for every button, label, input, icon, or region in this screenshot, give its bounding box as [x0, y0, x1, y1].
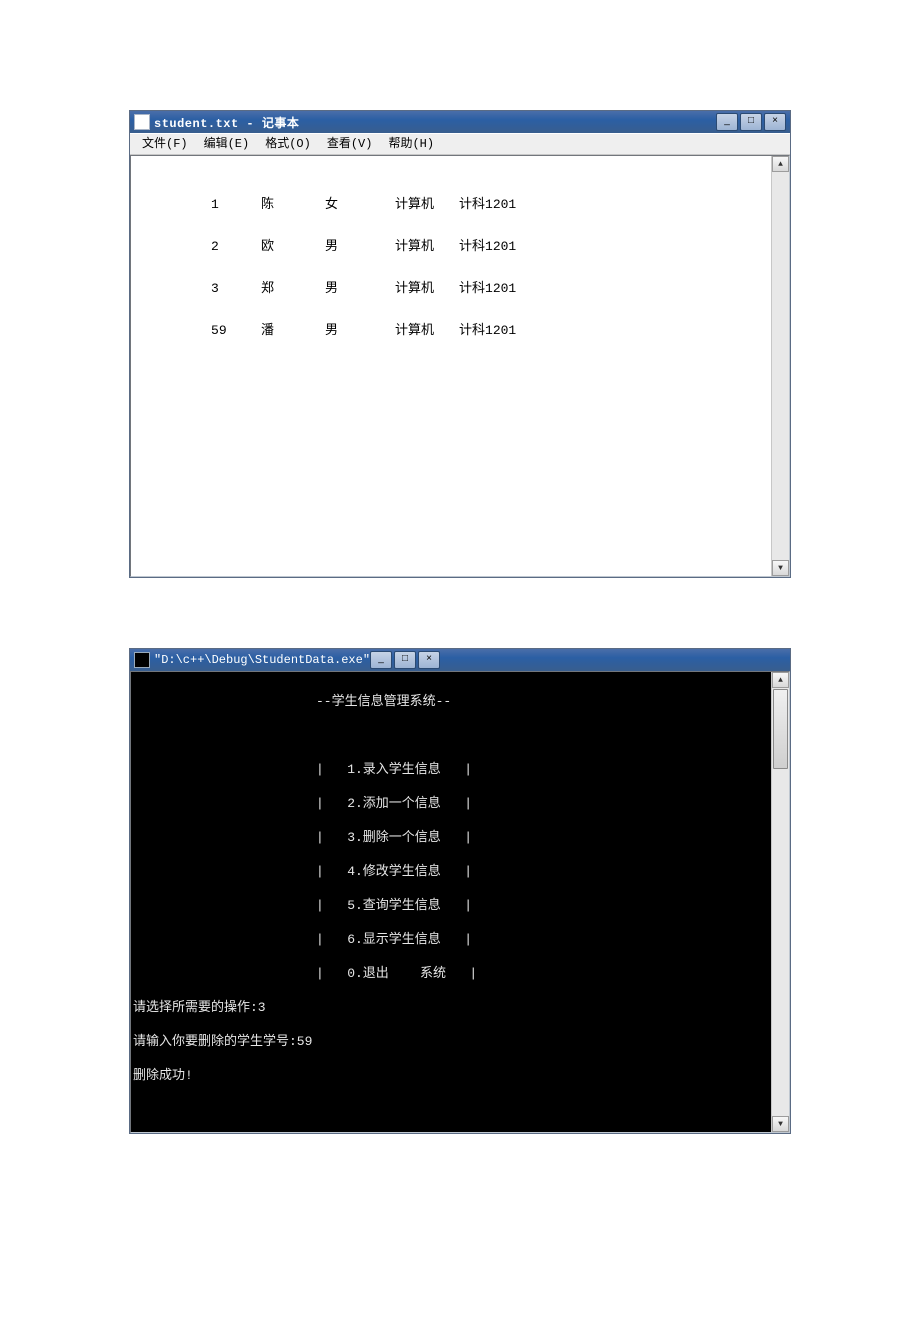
console-blank [131, 1101, 771, 1118]
console-window: "D:\c++\Debug\StudentData.exe" _ □ × --学… [129, 648, 791, 1134]
text-row: 2欧男计算机计科1201 [133, 226, 771, 240]
console-line: | 4.修改学生信息 | [131, 863, 771, 880]
scroll-up-button[interactable] [772, 672, 789, 688]
menu-edit[interactable]: 编辑(E) [196, 135, 258, 153]
notepad-window: student.txt - 记事本 _ □ × 文件(F) 编辑(E) 格式(O… [129, 110, 791, 578]
notepad-client-area: 1陈女计算机计科1201 2欧男计算机计科1201 3郑男计算机计科1201 5… [130, 155, 790, 577]
cell-sex: 女 [325, 198, 395, 212]
close-button[interactable]: × [418, 651, 440, 669]
scroll-up-button[interactable] [772, 156, 789, 172]
menu-view[interactable]: 查看(V) [319, 135, 381, 153]
notepad-scrollbar[interactable] [771, 156, 789, 576]
menu-format[interactable]: 格式(O) [257, 135, 319, 153]
scroll-down-button[interactable] [772, 560, 789, 576]
notepad-menubar: 文件(F) 编辑(E) 格式(O) 查看(V) 帮助(H) [130, 133, 790, 155]
console-line: --学生信息管理系统-- [131, 693, 771, 710]
text-row: 59潘男计算机计科1201 [133, 310, 771, 324]
close-button[interactable]: × [764, 113, 786, 131]
console-line: | 3.删除一个信息 | [131, 829, 771, 846]
text-row: 3郑男计算机计科1201 [133, 268, 771, 282]
notepad-icon [134, 114, 150, 130]
scroll-thumb[interactable] [773, 689, 788, 769]
console-line: | 6.显示学生信息 | [131, 931, 771, 948]
scroll-down-button[interactable] [772, 1116, 789, 1132]
minimize-button[interactable]: _ [716, 113, 738, 131]
console-title: "D:\c++\Debug\StudentData.exe" [154, 653, 370, 667]
menu-file[interactable]: 文件(F) [134, 135, 196, 153]
console-line: | 1.录入学生信息 | [131, 761, 771, 778]
text-row: 1陈女计算机计科1201 [133, 184, 771, 198]
console-titlebar[interactable]: "D:\c++\Debug\StudentData.exe" _ □ × [130, 649, 790, 671]
console-line: | 2.添加一个信息 | [131, 795, 771, 812]
console-icon [134, 652, 150, 668]
window-buttons: _ □ × [370, 651, 440, 669]
console-blank [131, 727, 771, 744]
console-line: | 0.退出 系统 | [131, 965, 771, 982]
console-line: 删除成功! [131, 1067, 771, 1084]
menu-help[interactable]: 帮助(H) [380, 135, 442, 153]
document-page: student.txt - 记事本 _ □ × 文件(F) 编辑(E) 格式(O… [0, 0, 920, 1334]
console-scrollbar[interactable] [771, 672, 789, 1132]
notepad-titlebar[interactable]: student.txt - 记事本 _ □ × [130, 111, 790, 133]
console-client-area: --学生信息管理系统-- | 1.录入学生信息 | | 2.添加一个信息 | |… [130, 671, 790, 1133]
console-line: | 5.查询学生信息 | [131, 897, 771, 914]
notepad-title: student.txt - 记事本 [154, 114, 716, 131]
maximize-button[interactable]: □ [740, 113, 762, 131]
window-buttons: _ □ × [716, 113, 786, 131]
cell-name: 陈 [261, 198, 325, 212]
cell-dept: 计算机 [395, 198, 459, 212]
notepad-textarea[interactable]: 1陈女计算机计科1201 2欧男计算机计科1201 3郑男计算机计科1201 5… [131, 156, 771, 576]
maximize-button[interactable]: □ [394, 651, 416, 669]
cell-id: 1 [211, 198, 261, 212]
console-output[interactable]: --学生信息管理系统-- | 1.录入学生信息 | | 2.添加一个信息 | |… [131, 672, 771, 1132]
cell-class: 计科1201 [459, 198, 516, 212]
console-line: 请输入你要删除的学生学号:59 [131, 1033, 771, 1050]
console-line: 请选择所需要的操作:3 [131, 999, 771, 1016]
minimize-button[interactable]: _ [370, 651, 392, 669]
